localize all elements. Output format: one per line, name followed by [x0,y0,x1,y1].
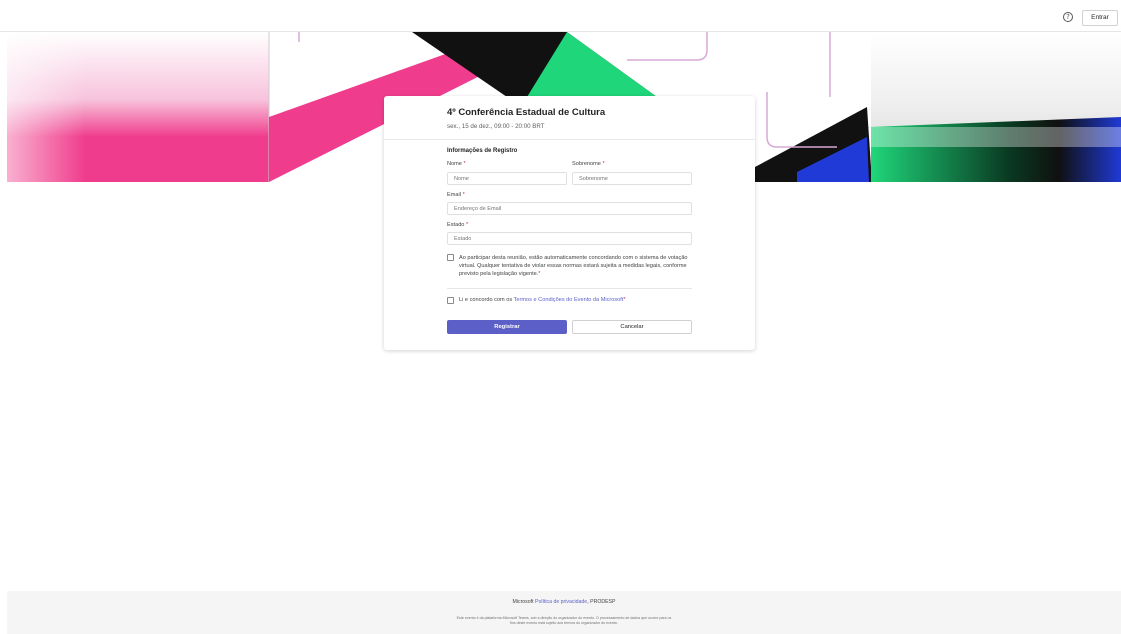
help-icon[interactable]: ? [1063,12,1073,22]
last-name-label: Sobrenome * [572,161,605,167]
email-label: Email * [447,192,465,198]
email-label-text: Email [447,192,461,198]
terms-text: Li e concordo com os Termos e Condições … [459,297,626,303]
required-marker: * [463,161,466,167]
state-label: Estado * [447,222,468,228]
consent-text: Ao participar desta reunião, estão autom… [459,254,693,278]
divider [447,288,692,289]
required-marker: * [465,222,469,228]
consent-checkbox[interactable] [447,254,454,261]
register-button[interactable]: Registrar [447,320,567,334]
state-input[interactable] [447,232,692,245]
first-name-label: Nome * [447,161,466,167]
registration-card: 4º Conferência Estadual de Cultura sex.,… [384,96,755,350]
state-label-text: Estado [447,222,465,228]
footer-org: PRODESP [590,599,616,605]
first-name-label-text: Nome [447,161,462,167]
footer-brand: Microsoft [512,599,534,605]
required-marker: * [602,161,605,167]
cancel-button[interactable]: Cancelar [572,320,692,334]
footer-links: Microsoft Política de privacidade, PRODE… [7,599,1121,605]
terms-checkbox[interactable] [447,297,454,304]
card-header: 4º Conferência Estadual de Cultura sex.,… [384,96,755,140]
event-title: 4º Conferência Estadual de Cultura [447,107,606,118]
footer-note-line2: fins deste evento está sujeito aos termo… [510,621,618,625]
top-bar: ? Entrar [0,0,1121,32]
event-date: sex., 15 de dez., 09:00 - 20:00 BRT [447,123,545,130]
section-title: Informações de Registro [447,148,518,154]
required-marker: * [623,297,626,303]
first-name-input[interactable] [447,172,567,185]
consent-text-body: Ao participar desta reunião, estão autom… [459,255,688,277]
required-marker: * [462,192,465,198]
footer-note: Este evento é da plataforma Microsoft Te… [7,616,1121,626]
footer-separator: , [587,599,589,605]
last-name-input[interactable] [572,172,692,185]
footer: Microsoft Política de privacidade, PRODE… [7,591,1121,634]
terms-link[interactable]: Termos e Condições do Evento da Microsof… [514,297,624,303]
email-input[interactable] [447,202,692,215]
required-marker: * [538,271,541,277]
privacy-policy-link[interactable]: Política de privacidade [535,599,587,605]
terms-prefix: Li e concordo com os [459,297,514,303]
last-name-label-text: Sobrenome [572,161,601,167]
sign-in-button[interactable]: Entrar [1082,10,1118,26]
